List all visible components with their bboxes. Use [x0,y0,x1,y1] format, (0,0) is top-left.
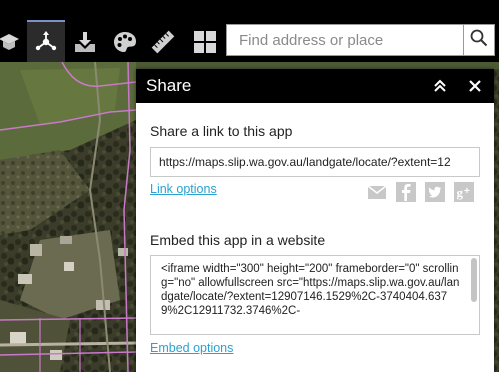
link-options-link[interactable]: Link options [150,182,217,196]
email-icon[interactable] [367,182,387,202]
tool-button-measure[interactable] [144,22,182,62]
twitter-icon[interactable] [425,182,445,202]
share-panel: Share Share a link to this app https://m… [136,69,494,372]
graduation-cap-icon [0,32,21,52]
link-section-label: Share a link to this app [150,123,293,139]
search-input[interactable] [237,30,453,50]
search-box [226,24,463,56]
search-icon [470,29,488,52]
svg-text:g: g [457,185,464,200]
share-panel-title: Share [146,76,192,95]
share-link-field[interactable]: https://maps.slip.wa.gov.au/landgate/loc… [150,147,480,177]
close-icon[interactable] [466,77,484,95]
double-chevron-up-icon[interactable] [431,77,449,95]
tool-button-widgets[interactable] [186,22,224,62]
search-button[interactable] [463,24,495,56]
tool-button-about[interactable] [0,22,28,62]
tool-button-basemap[interactable] [106,22,144,62]
main-toolbar [0,0,499,62]
embed-code-text: <iframe width="300" height="200" framebo… [161,263,460,317]
embed-code-field[interactable]: <iframe width="300" height="200" framebo… [150,255,480,335]
tool-button-download[interactable] [66,22,104,62]
embed-section-label: Embed this app in a website [150,232,326,248]
map-app: Share Share a link to this app https://m… [0,0,499,372]
share-network-icon [34,30,58,54]
svg-text:+: + [464,186,470,197]
google-plus-icon[interactable]: g + [454,182,474,202]
facebook-icon[interactable] [396,182,416,202]
embed-scrollbar[interactable] [471,258,477,302]
share-panel-header: Share [136,69,494,103]
palette-icon [113,31,137,53]
grid-icon [193,30,217,54]
tool-button-share[interactable] [27,20,65,62]
embed-options-link[interactable]: Embed options [150,341,233,355]
download-tray-icon [73,30,97,54]
ruler-icon [150,29,176,55]
